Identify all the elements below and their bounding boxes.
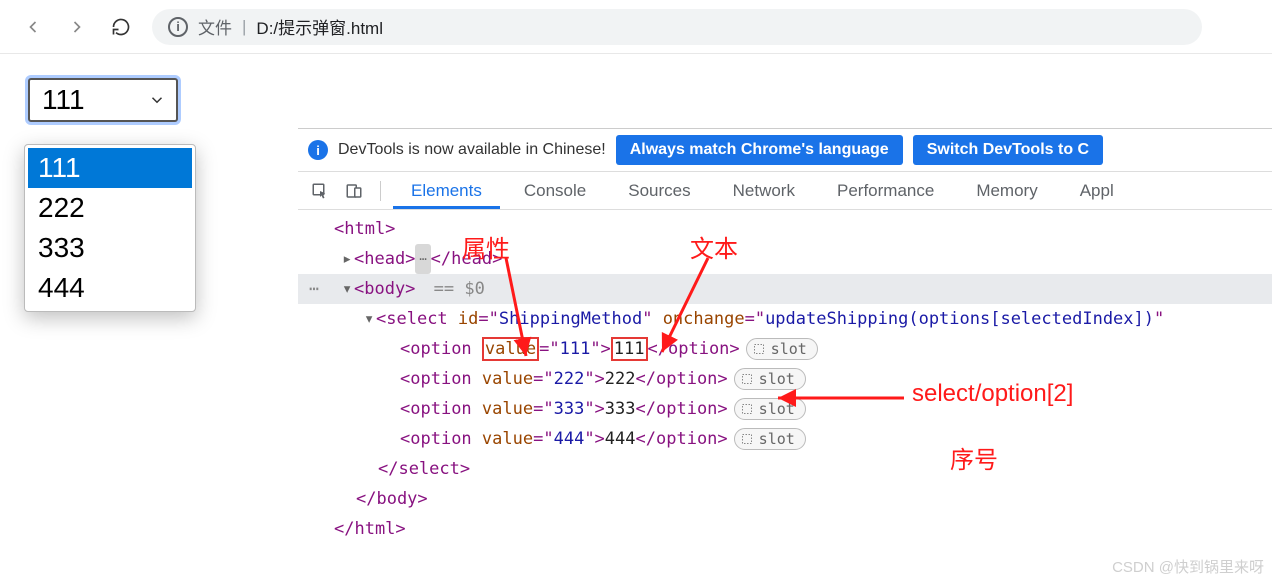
tree-html-close[interactable]: </html>: [298, 514, 1272, 544]
tree-select[interactable]: ▾<select id="ShippingMethod" onchange="u…: [298, 304, 1272, 334]
option-333[interactable]: 333: [28, 228, 192, 268]
tree-option-4[interactable]: <option value="444">444</option>slot: [298, 424, 1272, 454]
tree-option-3[interactable]: <option value="333">333</option>slot: [298, 394, 1272, 424]
slot-badge[interactable]: slot: [746, 338, 818, 360]
switch-devtools-button[interactable]: Switch DevTools to C: [913, 135, 1103, 165]
tab-separator: [380, 181, 381, 201]
tree-select-close[interactable]: </select>: [298, 454, 1272, 484]
tab-application[interactable]: Appl: [1062, 173, 1132, 209]
page-content: 111 111 222 333 444: [28, 78, 178, 122]
site-info-icon[interactable]: i: [168, 17, 188, 37]
browser-toolbar: i 文件 | D:/提示弹窗.html: [0, 0, 1272, 54]
tree-head[interactable]: ▸<head>⋯</head>: [298, 244, 1272, 274]
tree-option-2[interactable]: <option value="222">222</option>slot: [298, 364, 1272, 394]
slot-badge[interactable]: slot: [734, 428, 806, 450]
devtools-language-notice: i DevTools is now available in Chinese! …: [298, 129, 1272, 172]
tab-network[interactable]: Network: [715, 173, 813, 209]
tab-elements[interactable]: Elements: [393, 173, 500, 209]
watermark: CSDN @快到锅里来呀: [1112, 556, 1264, 577]
notice-text: DevTools is now available in Chinese!: [338, 141, 606, 159]
url-divider: |: [242, 17, 246, 37]
url-scheme-label: 文件: [198, 14, 232, 39]
devtools-tabbar: Elements Console Sources Network Perform…: [298, 172, 1272, 210]
address-bar[interactable]: i 文件 | D:/提示弹窗.html: [152, 9, 1202, 45]
tab-console[interactable]: Console: [506, 173, 604, 209]
select-dropdown: 111 222 333 444: [24, 144, 196, 312]
option-111[interactable]: 111: [28, 148, 192, 188]
tree-html[interactable]: <html>: [298, 214, 1272, 244]
tab-sources[interactable]: Sources: [610, 173, 708, 209]
inspect-element-icon[interactable]: [306, 177, 334, 205]
shipping-method-select[interactable]: 111: [28, 78, 178, 122]
back-button[interactable]: [20, 14, 46, 40]
info-icon: i: [308, 140, 328, 160]
tree-option-1[interactable]: <option value="111">111</option>slot: [298, 334, 1272, 364]
forward-button[interactable]: [64, 14, 90, 40]
slot-badge[interactable]: slot: [734, 368, 806, 390]
reload-button[interactable]: [108, 14, 134, 40]
url-path: D:/提示弹窗.html: [256, 14, 383, 39]
tree-body-close[interactable]: </body>: [298, 484, 1272, 514]
select-value: 111: [42, 84, 85, 116]
slot-badge[interactable]: slot: [734, 398, 806, 420]
option-444[interactable]: 444: [28, 268, 192, 308]
tab-memory[interactable]: Memory: [958, 173, 1055, 209]
chevron-down-icon: [148, 91, 166, 109]
option-222[interactable]: 222: [28, 188, 192, 228]
elements-tree[interactable]: <html> ▸<head>⋯</head> ⋯ ▾<body> == $0 ▾…: [298, 210, 1272, 544]
tab-performance[interactable]: Performance: [819, 173, 952, 209]
device-toolbar-icon[interactable]: [340, 177, 368, 205]
devtools-panel: i DevTools is now available in Chinese! …: [298, 128, 1272, 583]
tree-body[interactable]: ⋯ ▾<body> == $0: [298, 274, 1272, 304]
match-language-button[interactable]: Always match Chrome's language: [616, 135, 903, 165]
